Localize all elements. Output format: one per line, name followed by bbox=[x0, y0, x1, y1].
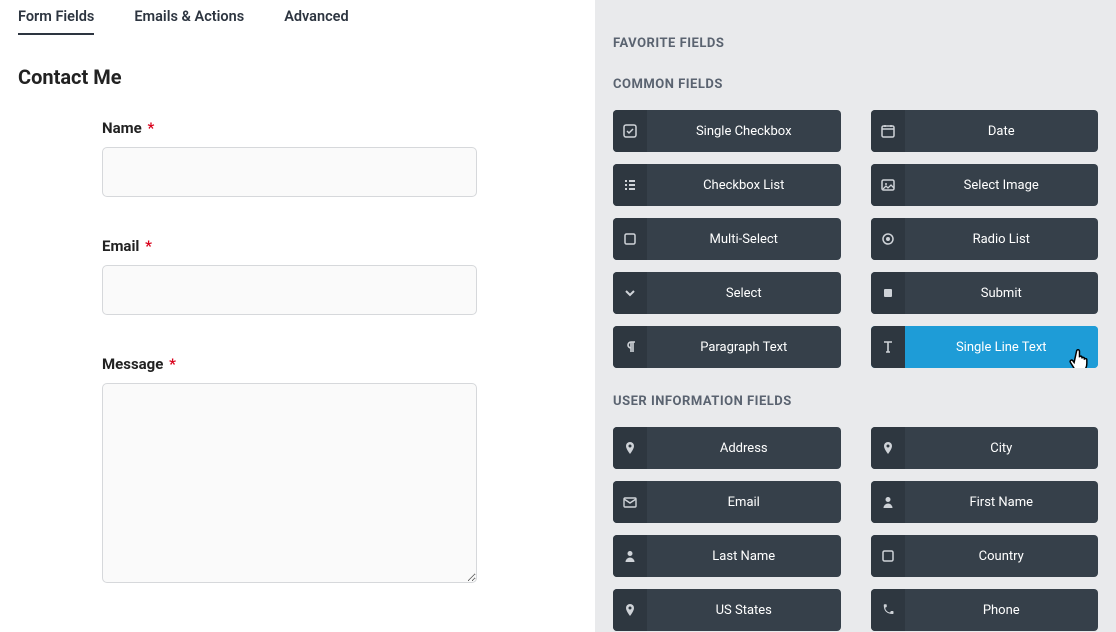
field-button-select-image[interactable]: Select Image bbox=[871, 164, 1099, 206]
calendar-icon bbox=[871, 110, 905, 152]
field-button-label: US States bbox=[647, 589, 841, 631]
field-button-date[interactable]: Date bbox=[871, 110, 1099, 152]
field-button-checkbox-list[interactable]: Checkbox List bbox=[613, 164, 841, 206]
field-button-label: Email bbox=[647, 481, 841, 523]
field-button-submit[interactable]: Submit bbox=[871, 272, 1099, 314]
field-button-label: Multi-Select bbox=[647, 218, 841, 260]
label-text: Name bbox=[102, 119, 142, 137]
tab-form-fields[interactable]: Form Fields bbox=[18, 4, 94, 35]
field-label-email: Email * bbox=[102, 237, 477, 255]
form-title[interactable]: Contact Me bbox=[18, 65, 577, 89]
checkbox-checked-icon bbox=[613, 110, 647, 152]
field-button-us-states[interactable]: US States bbox=[613, 589, 841, 631]
user-info-fields-grid: Address City Email First Name Last Name Count… bbox=[613, 427, 1098, 631]
user-icon bbox=[871, 481, 905, 523]
required-mark: * bbox=[147, 119, 154, 137]
list-icon bbox=[613, 164, 647, 206]
square-icon bbox=[613, 218, 647, 260]
field-button-email[interactable]: Email bbox=[613, 481, 841, 523]
paragraph-icon bbox=[613, 326, 647, 368]
pin-icon bbox=[871, 427, 905, 469]
image-icon bbox=[871, 164, 905, 206]
fields-palette-pane: FAVORITE FIELDS COMMON FIELDS Single Che… bbox=[595, 0, 1116, 632]
field-button-phone[interactable]: Phone bbox=[871, 589, 1099, 631]
field-label-name: Name * bbox=[102, 119, 477, 137]
field-button-label: City bbox=[905, 427, 1099, 469]
square-icon bbox=[871, 535, 905, 577]
field-button-label: Paragraph Text bbox=[647, 326, 841, 368]
form-body: Name * Email * Message * bbox=[18, 119, 577, 587]
field-button-label: Select Image bbox=[905, 164, 1099, 206]
field-button-label: Single Line Text bbox=[905, 326, 1099, 368]
tab-advanced[interactable]: Advanced bbox=[284, 4, 348, 35]
email-input[interactable] bbox=[102, 265, 477, 315]
field-button-single-checkbox[interactable]: Single Checkbox bbox=[613, 110, 841, 152]
field-button-multi-select[interactable]: Multi-Select bbox=[613, 218, 841, 260]
section-user-info-fields: USER INFORMATION FIELDS bbox=[613, 394, 1098, 409]
envelope-icon bbox=[613, 481, 647, 523]
field-button-single-line-text[interactable]: Single Line Text bbox=[871, 326, 1099, 368]
field-button-select[interactable]: Select bbox=[613, 272, 841, 314]
app-root: Form Fields Emails & Actions Advanced Co… bbox=[0, 0, 1116, 632]
field-button-first-name[interactable]: First Name bbox=[871, 481, 1099, 523]
text-cursor-icon bbox=[871, 326, 905, 368]
field-button-label: Phone bbox=[905, 589, 1099, 631]
label-text: Message bbox=[102, 355, 163, 373]
field-label-message: Message * bbox=[102, 355, 477, 373]
field-button-radio-list[interactable]: Radio List bbox=[871, 218, 1099, 260]
common-fields-grid: Single Checkbox Date Checkbox List Select I… bbox=[613, 110, 1098, 368]
label-text: Email bbox=[102, 237, 139, 255]
field-button-address[interactable]: Address bbox=[613, 427, 841, 469]
field-button-label: Checkbox List bbox=[647, 164, 841, 206]
phone-icon bbox=[871, 589, 905, 631]
radio-icon bbox=[871, 218, 905, 260]
required-mark: * bbox=[169, 355, 176, 373]
section-favorite-fields: FAVORITE FIELDS bbox=[613, 36, 1098, 51]
required-mark: * bbox=[145, 237, 152, 255]
form-editor-pane: Form Fields Emails & Actions Advanced Co… bbox=[0, 0, 595, 632]
square-filled-icon bbox=[871, 272, 905, 314]
editor-tabs: Form Fields Emails & Actions Advanced bbox=[18, 0, 577, 41]
field-button-city[interactable]: City bbox=[871, 427, 1099, 469]
field-button-label: Last Name bbox=[647, 535, 841, 577]
section-common-fields: COMMON FIELDS bbox=[613, 77, 1098, 92]
field-button-label: Country bbox=[905, 535, 1099, 577]
pin-icon bbox=[613, 427, 647, 469]
field-button-label: Date bbox=[905, 110, 1099, 152]
pin-icon bbox=[613, 589, 647, 631]
user-icon bbox=[613, 535, 647, 577]
field-button-label: Submit bbox=[905, 272, 1099, 314]
field-button-label: First Name bbox=[905, 481, 1099, 523]
field-button-last-name[interactable]: Last Name bbox=[613, 535, 841, 577]
tab-emails-actions[interactable]: Emails & Actions bbox=[134, 4, 244, 35]
field-row-email[interactable]: Email * bbox=[102, 237, 477, 315]
field-button-paragraph-text[interactable]: Paragraph Text bbox=[613, 326, 841, 368]
chevron-down-icon bbox=[613, 272, 647, 314]
field-row-name[interactable]: Name * bbox=[102, 119, 477, 197]
field-button-label: Single Checkbox bbox=[647, 110, 841, 152]
name-input[interactable] bbox=[102, 147, 477, 197]
field-button-label: Address bbox=[647, 427, 841, 469]
field-button-label: Select bbox=[647, 272, 841, 314]
field-button-label: Radio List bbox=[905, 218, 1099, 260]
message-textarea[interactable] bbox=[102, 383, 477, 583]
field-button-country[interactable]: Country bbox=[871, 535, 1099, 577]
field-row-message[interactable]: Message * bbox=[102, 355, 477, 587]
